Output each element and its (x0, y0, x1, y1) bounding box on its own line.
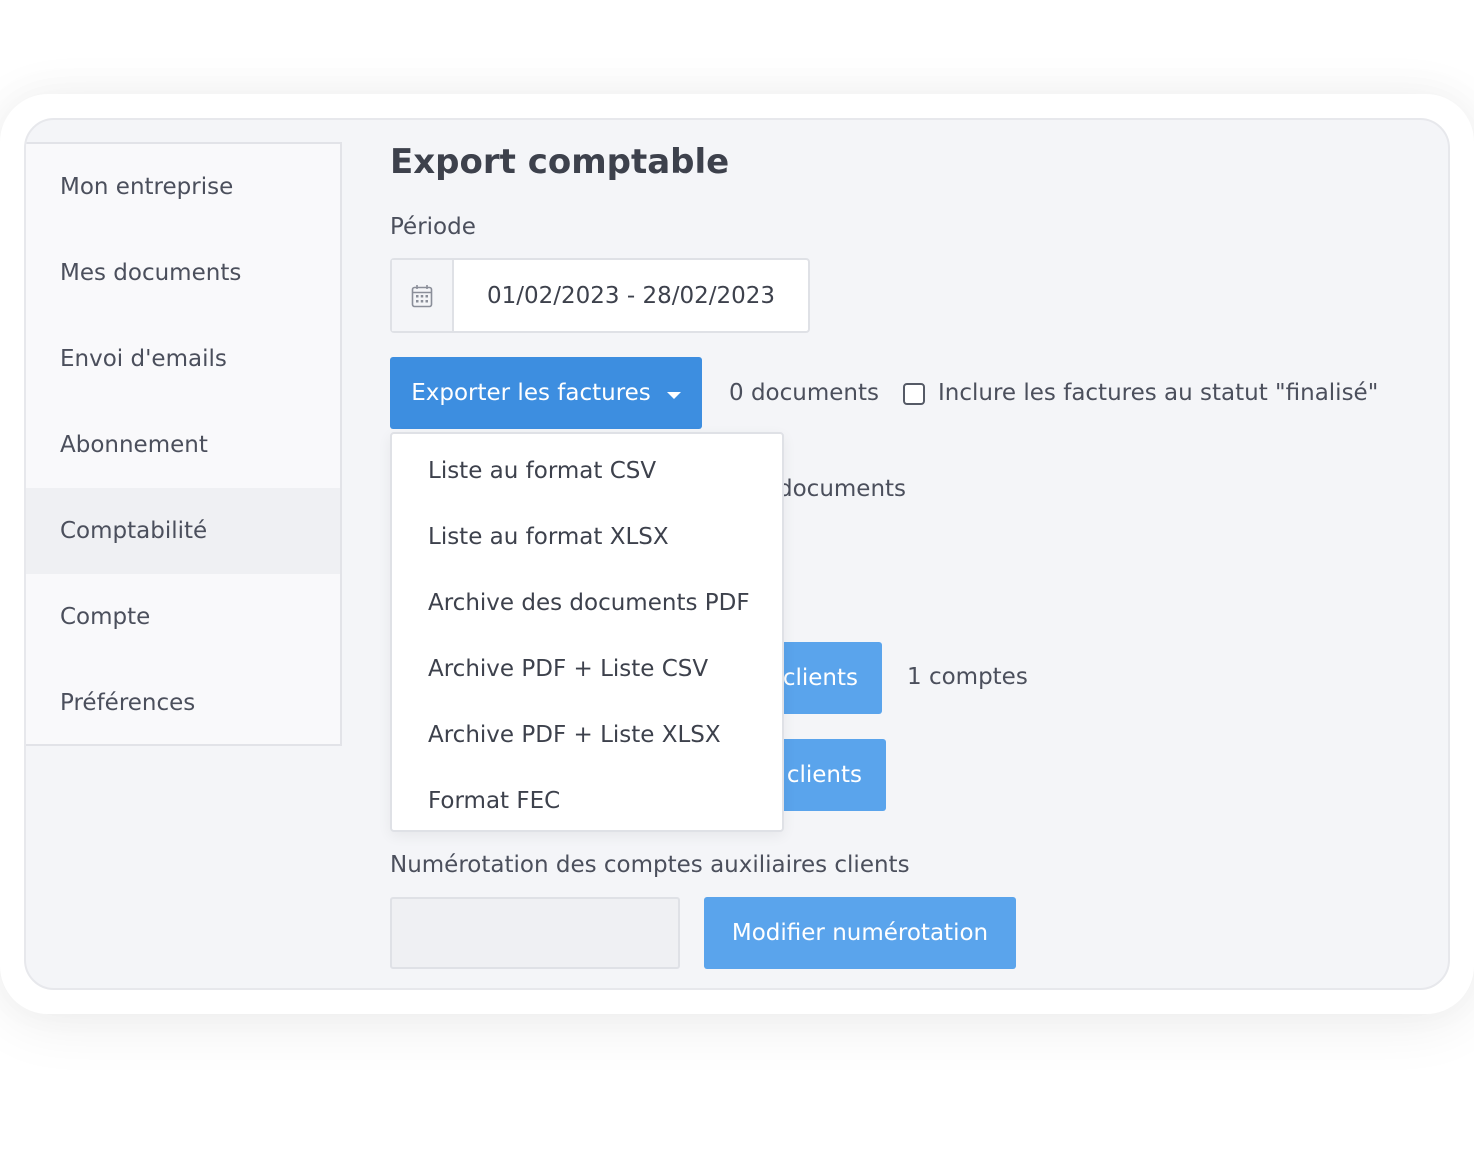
app-window: Mon entreprise Mes documents Envoi d'ema… (24, 118, 1450, 990)
sidebar-item-mon-entreprise[interactable]: Mon entreprise (26, 144, 340, 230)
sidebar-item-envoi-emails[interactable]: Envoi d'emails (26, 316, 340, 402)
sidebar-item-label: Comptabilité (60, 518, 208, 544)
menu-item-xlsx-list[interactable]: Liste au format XLSX (392, 504, 782, 570)
menu-item-label: Format FEC (428, 788, 561, 814)
numbering-label: Numérotation des comptes auxiliaires cli… (390, 852, 910, 878)
menu-item-label: Archive PDF + Liste CSV (428, 656, 709, 682)
calendar-icon (411, 284, 433, 307)
settings-sidebar: Mon entreprise Mes documents Envoi d'ema… (26, 142, 342, 746)
sidebar-item-label: Mes documents (60, 260, 242, 286)
include-finalized-checkbox[interactable] (903, 383, 925, 405)
menu-item-fec-format[interactable]: Format FEC (392, 768, 782, 834)
sidebar-item-mes-documents[interactable]: Mes documents (26, 230, 340, 316)
sidebar-item-comptabilite[interactable]: Comptabilité (26, 488, 340, 574)
menu-item-label: Archive PDF + Liste XLSX (428, 722, 721, 748)
sidebar-item-label: Abonnement (60, 432, 208, 458)
menu-item-pdf-archive[interactable]: Archive des documents PDF (392, 570, 782, 636)
menu-item-label: Archive des documents PDF (428, 590, 750, 616)
menu-item-csv-list[interactable]: Liste au format CSV (392, 438, 782, 504)
menu-item-label: Liste au format XLSX (428, 524, 669, 550)
modify-numbering-label: Modifier numérotation (731, 920, 989, 946)
period-label: Période (390, 214, 476, 240)
main-content: Export comptable Période 01/02/2023 - 28… (390, 120, 1448, 988)
clients-button-2-label: clients (786, 762, 862, 788)
export-invoices-dropdown-button[interactable]: Exporter les factures (390, 357, 702, 429)
accounts-count: 1 comptes (907, 664, 1028, 690)
page-title: Export comptable (390, 142, 730, 182)
calendar-addon[interactable] (392, 260, 454, 331)
sidebar-item-compte[interactable]: Compte (26, 574, 340, 660)
period-value: 01/02/2023 - 28/02/2023 (486, 282, 776, 309)
second-documents-count: documents (778, 476, 907, 502)
menu-item-label: Liste au format CSV (428, 458, 657, 484)
period-date-range-input[interactable]: 01/02/2023 - 28/02/2023 (390, 258, 810, 333)
caret-down-icon (666, 391, 681, 399)
numbering-input[interactable] (390, 897, 680, 969)
sidebar-item-label: Compte (60, 604, 151, 630)
menu-item-pdf-csv[interactable]: Archive PDF + Liste CSV (392, 636, 782, 702)
include-finalized-label: Inclure les factures au statut "finalisé… (938, 380, 1379, 406)
sidebar-item-abonnement[interactable]: Abonnement (26, 402, 340, 488)
export-invoices-label: Exporter les factures (411, 380, 651, 406)
sidebar-item-preferences[interactable]: Préférences (26, 660, 340, 746)
sidebar-item-label: Envoi d'emails (60, 346, 227, 372)
export-format-dropdown-menu: Liste au format CSV Liste au format XLSX… (390, 432, 784, 832)
clients-button-1-label: clients (782, 665, 858, 691)
documents-count: 0 documents (729, 380, 879, 406)
sidebar-item-label: Préférences (60, 690, 196, 716)
modify-numbering-button[interactable]: Modifier numérotation (704, 897, 1016, 969)
sidebar-item-label: Mon entreprise (60, 174, 234, 200)
menu-item-pdf-xlsx[interactable]: Archive PDF + Liste XLSX (392, 702, 782, 768)
